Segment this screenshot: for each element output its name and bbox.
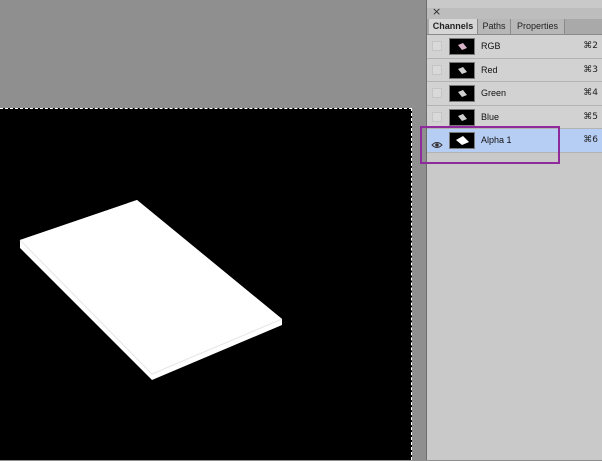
channel-thumbnail <box>449 38 475 55</box>
channel-thumbnail <box>449 61 475 79</box>
channel-row-red[interactable]: Red ⌘3 <box>427 58 602 82</box>
tab-properties[interactable]: Properties <box>511 19 565 34</box>
alpha-channel-image <box>19 200 283 380</box>
channel-shortcut: ⌘6 <box>583 135 598 145</box>
channel-label: RGB <box>481 41 501 51</box>
panel-title-bar: × <box>427 5 602 19</box>
channel-shortcut: ⌘5 <box>583 111 598 122</box>
channel-shortcut: ⌘2 <box>583 41 598 51</box>
channel-label: Green <box>481 88 507 98</box>
canvas-area[interactable] <box>0 0 426 460</box>
channel-row-rgb[interactable]: RGB ⌘2 <box>427 35 602 59</box>
tab-bar-empty <box>565 19 602 34</box>
channel-row-green[interactable]: Green ⌘4 <box>427 82 602 106</box>
channel-thumbnail <box>449 85 475 102</box>
annotation-highlight-box <box>420 126 560 164</box>
channel-thumbnail <box>449 108 475 126</box>
channels-panel: × Channels Paths Properties RGB ⌘2 Red ⌘… <box>426 0 602 460</box>
channel-label: Red <box>481 64 498 75</box>
tab-channels[interactable]: Channels <box>429 19 478 34</box>
channel-shortcut: ⌘4 <box>583 88 598 98</box>
visibility-toggle[interactable] <box>432 88 442 98</box>
close-icon[interactable]: × <box>432 5 441 19</box>
visibility-toggle[interactable] <box>432 111 442 122</box>
tab-paths[interactable]: Paths <box>478 19 511 34</box>
panel-tabs: Channels Paths Properties <box>427 19 602 35</box>
visibility-toggle[interactable] <box>432 64 442 75</box>
visibility-toggle[interactable] <box>432 41 442 51</box>
document-canvas[interactable] <box>0 108 412 460</box>
channel-shortcut: ⌘3 <box>583 64 598 75</box>
